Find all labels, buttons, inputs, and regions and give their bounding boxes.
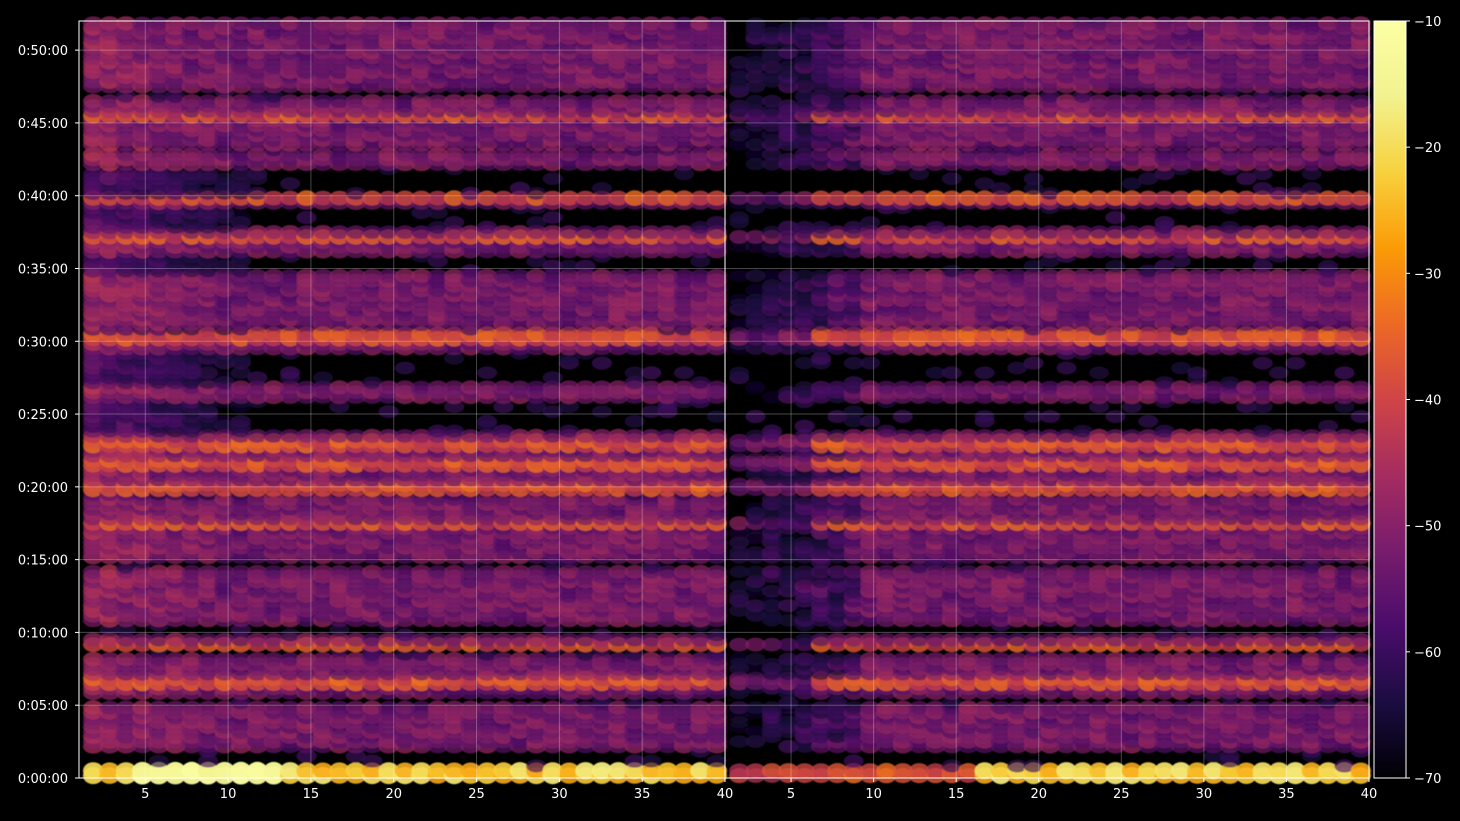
heatmap-cell: [729, 366, 750, 380]
heatmap-cell: [673, 366, 695, 380]
heatmap-cell: [312, 371, 334, 385]
heatmap-cell: [591, 405, 613, 418]
heatmap-cell: [745, 381, 766, 394]
heatmap-cell: [575, 259, 596, 273]
heatmap-cell: [641, 754, 662, 768]
heatmap-cell: [591, 356, 613, 370]
left-panel-cells: [83, 16, 727, 785]
heatmap-cell: [279, 366, 301, 380]
heatmap-cell: [230, 414, 252, 428]
heatmap-cell: [706, 754, 727, 768]
heatmap-cell: [706, 380, 727, 395]
heatmap-cell: [591, 182, 613, 195]
heatmap-cell: [706, 410, 727, 423]
heatmap-cell: [230, 211, 252, 224]
right-panel-cells: [729, 16, 1371, 785]
heatmap-cell: [394, 361, 416, 375]
heatmap-cell: [706, 428, 727, 443]
heatmap-cell: [378, 405, 399, 419]
heatmap-cell: [706, 190, 727, 206]
heatmap-cell: [761, 424, 783, 438]
heatmap-cell: [745, 409, 766, 424]
heatmap-cell: [706, 565, 727, 579]
heatmap-cell: [706, 16, 727, 31]
heatmap-cell: [476, 366, 498, 380]
heatmap-cell: [279, 177, 301, 191]
heatmap-cell: [148, 754, 169, 768]
heatmap-cell: [296, 210, 317, 225]
heatmap-cell: [362, 754, 383, 768]
heatmap-cell: [706, 215, 727, 229]
heatmap-cell: [706, 94, 727, 108]
heatmap-cell: [729, 211, 750, 224]
heatmap-cell: [706, 268, 727, 283]
heatmap-chart: 5 10 15 20 25 30 35 40 5 10 15 20 25 30 35 40 0:00:00 0:…: [0, 0, 1460, 817]
heatmap-cell: [476, 414, 498, 428]
heatmap-cell: [706, 628, 727, 642]
chart-canvas: 5 10 15 20 25 30 35 40 5 10 15 20 25 30 35 40 0:00:000:…: [18, 15, 1442, 802]
heatmap-cell: [641, 366, 662, 380]
heatmap-cell: [706, 700, 727, 715]
heatmap-cell: [247, 371, 268, 385]
heatmap-cell: [444, 215, 465, 229]
